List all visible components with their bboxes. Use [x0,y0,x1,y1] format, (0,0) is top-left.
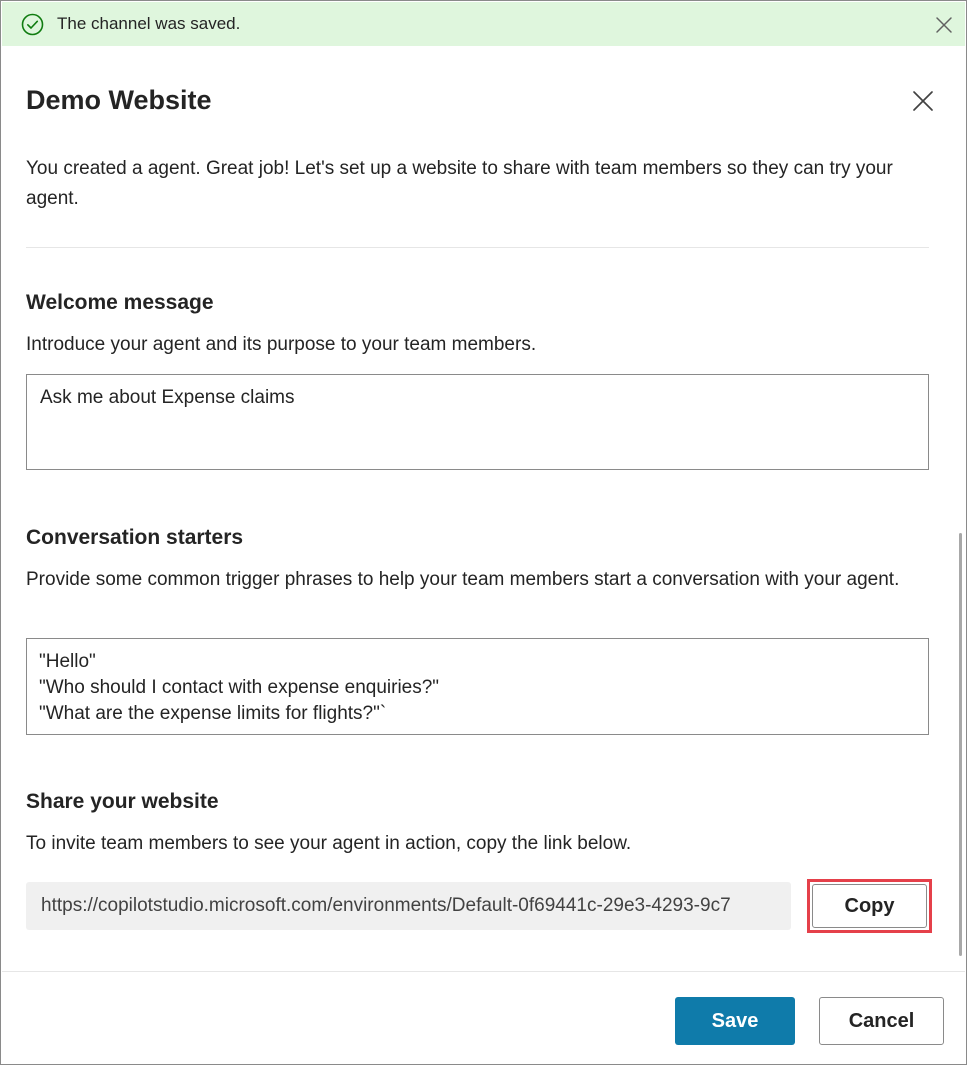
starter-line: "What are the expense limits for flights… [39,703,387,724]
welcome-description: Introduce your agent and its purpose to … [26,334,537,355]
copy-button[interactable]: Copy [812,884,927,928]
close-icon[interactable] [911,89,935,113]
welcome-message-value: Ask me about Expense claims [40,387,295,408]
cancel-button[interactable]: Cancel [819,997,944,1045]
divider [26,247,929,248]
dialog-title: Demo Website [26,85,212,115]
starters-description: Provide some common trigger phrases to h… [26,569,900,590]
success-notification: The channel was saved. [2,2,965,46]
close-icon[interactable] [934,15,954,35]
check-circle-icon [21,13,44,36]
scrollbar[interactable] [959,533,962,956]
welcome-message-input[interactable]: Ask me about Expense claims [26,374,929,470]
dialog-frame: The channel was saved. Demo Website You … [0,0,967,1065]
save-button[interactable]: Save [675,997,795,1045]
welcome-heading: Welcome message [26,291,214,314]
starters-heading: Conversation starters [26,526,244,549]
notification-message: The channel was saved. [57,14,241,33]
share-heading: Share your website [26,790,219,813]
dialog-intro: You created a agent. Great job! Let's se… [26,158,893,209]
starter-line: "Hello" [39,651,96,672]
starter-line: "Who should I contact with expense enqui… [39,677,440,698]
conversation-starters-input[interactable]: "Hello" "Who should I contact with expen… [26,638,929,735]
website-link-field[interactable]: https://copilotstudio.microsoft.com/envi… [26,882,791,930]
share-description: To invite team members to see your agent… [26,833,632,854]
footer-divider [2,971,965,972]
